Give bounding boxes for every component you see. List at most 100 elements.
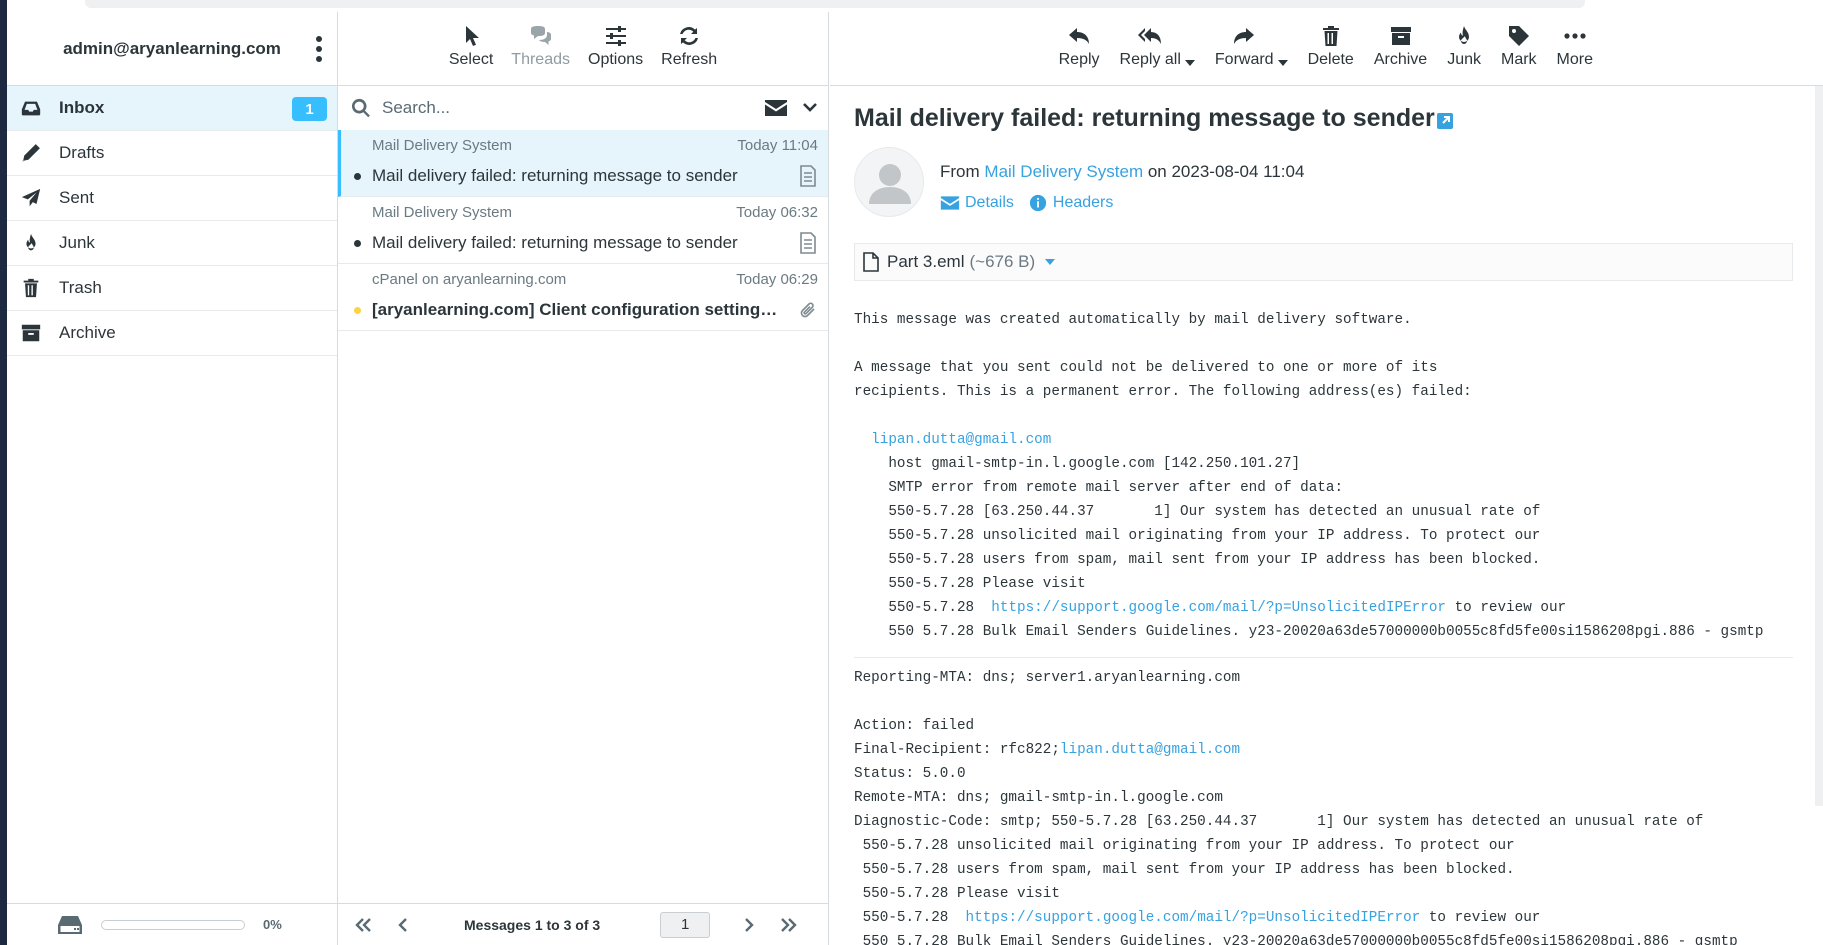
reply-button[interactable]: Reply [1049,24,1110,69]
report-line: Action: failed [854,718,975,734]
folder-item-sent[interactable]: Sent [7,176,337,221]
folder-item-drafts[interactable]: Drafts [7,131,337,176]
folder-label: Archive [59,323,116,342]
message-date: Today 06:32 [736,204,818,221]
last-page-icon[interactable] [776,912,802,938]
chevron-down-icon[interactable] [802,100,818,114]
message-toolbar: Reply Reply all Forward Delete Archive J… [830,12,1823,86]
recipient-link[interactable]: lipan.dutta@gmail.com [1060,742,1240,758]
archive-button[interactable]: Archive [1364,24,1437,69]
forward-button[interactable]: Forward [1205,24,1284,69]
report-line: 550-5.7.28 unsolicited mail originating … [854,838,1515,854]
archive-icon [1390,27,1411,45]
threads-icon [530,26,551,45]
body-divider [854,657,1793,658]
message-body: This message was created automatically b… [854,308,1814,644]
from-prefix: From [940,162,980,181]
folder-label: Drafts [59,143,105,162]
body-line: 550-5.7.28 [63.250.44.37 1] Our system h… [854,504,1541,520]
support-url-link[interactable]: https://support.google.com/mail/?p=Unsol… [991,600,1446,616]
recipient-link[interactable]: lipan.dutta@gmail.com [871,432,1051,448]
first-page-icon[interactable] [350,912,376,938]
pencil-icon [19,142,43,164]
junk-button[interactable]: Junk [1437,24,1491,69]
search-input[interactable] [382,98,742,118]
unread-dot [354,173,361,180]
message-list-pane: Select Threads Options Refresh Mail Deli… [338,12,829,945]
refresh-button[interactable]: Refresh [652,24,726,69]
threads-label: Threads [511,51,570,68]
folder-item-trash[interactable]: Trash [7,266,337,311]
message-subject: Mail delivery failed: returning message … [372,233,738,252]
attachment-part[interactable]: Part 3.eml (~676 B) [854,243,1793,281]
delivery-report: Reporting-MTA: dns; server1.aryanlearnin… [854,666,1814,945]
more-label: More [1556,51,1593,68]
envelope-icon[interactable] [764,98,788,118]
fire-icon [19,232,43,254]
body-line: 550-5.7.28 [854,600,992,616]
tag-icon [1508,26,1529,46]
quota-bar [101,919,245,930]
archive-icon [19,322,43,344]
reply-all-button[interactable]: Reply all [1110,24,1191,69]
search-icon[interactable] [350,97,372,119]
account-menu-icon[interactable] [315,36,323,62]
envelope-icon [940,196,960,210]
forward-icon [1234,28,1255,44]
report-line: 550-5.7.28 [854,910,966,926]
details-link[interactable]: Details [940,194,1014,212]
left-edge-strip [0,0,7,945]
forward-dropdown-icon[interactable] [1277,60,1288,66]
message-date-text: on 2023-08-04 11:04 [1147,162,1305,181]
previous-page-icon[interactable] [390,912,416,938]
archive-label: Archive [1373,51,1428,68]
account-header: admin@aryanlearning.com [7,12,337,86]
hard-drive-icon [57,915,83,935]
folder-item-inbox[interactable]: Inbox 1 [7,86,337,131]
reply-label: Reply [1058,51,1100,68]
report-line: 550-5.7.28 users from spam, mail sent fr… [854,862,1515,878]
options-button[interactable]: Options [579,24,652,69]
reply-all-dropdown-icon[interactable] [1184,60,1195,66]
folder-item-junk[interactable]: Junk [7,221,337,266]
document-icon [798,165,818,187]
page-number-input[interactable] [660,911,711,938]
paper-plane-icon [19,187,43,209]
next-page-icon[interactable] [736,912,762,938]
mark-button[interactable]: Mark [1491,24,1547,69]
headers-label: Headers [1052,194,1114,211]
folder-label: Junk [59,233,95,252]
mark-label: Mark [1500,51,1537,68]
from-line: From Mail Delivery System on 2023-08-04 … [940,162,1304,182]
header-links: Details Headers [940,194,1127,212]
more-button[interactable]: More [1547,24,1603,69]
options-label: Options [588,51,644,68]
body-line: to review our [1446,600,1567,616]
document-icon [798,232,818,254]
support-url-link[interactable]: https://support.google.com/mail/?p=Unsol… [966,910,1421,926]
unread-dot [354,240,361,247]
message-from: Mail Delivery System [372,204,513,221]
folder-label: Trash [59,278,102,297]
folder-item-archive[interactable]: Archive [7,311,337,356]
sender-link[interactable]: Mail Delivery System [984,162,1143,181]
avatar [854,147,924,217]
details-label: Details [965,194,1014,211]
preview-scrollbar[interactable] [1815,86,1823,806]
caret-down-icon[interactable] [1045,259,1056,265]
message-row[interactable]: cPanel on aryanlearning.com Today 06:29 … [338,264,828,331]
message-row[interactable]: Mail Delivery System Today 06:32 Mail de… [338,197,828,264]
forward-label: Forward [1214,51,1274,68]
select-button[interactable]: Select [440,24,502,69]
part-name: Part 3.eml [887,252,965,271]
delete-button[interactable]: Delete [1298,24,1364,69]
threads-button[interactable]: Threads [502,24,579,69]
open-in-new-window-icon[interactable] [1436,112,1454,130]
paperclip-icon [798,299,818,321]
body-line: This message was created automatically b… [854,312,1412,328]
headers-link[interactable]: Headers [1028,194,1113,212]
message-date: Today 11:04 [737,137,818,154]
message-preview-pane: Reply Reply all Forward Delete Archive J… [830,12,1823,945]
message-row[interactable]: Mail Delivery System Today 11:04 Mail de… [338,130,828,197]
message-subject: [aryanlearning.com] Client configuration… [372,300,782,319]
